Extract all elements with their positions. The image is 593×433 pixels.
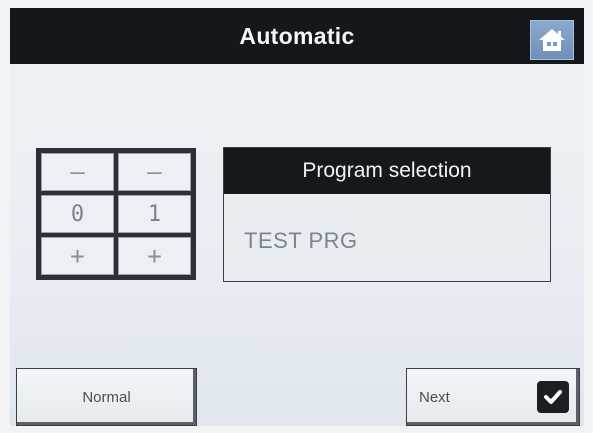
page-title: Automatic <box>239 23 355 49</box>
ones-increment-button[interactable]: + <box>118 237 191 275</box>
home-button[interactable] <box>530 20 574 60</box>
hmi-screen: Automatic — — 0 1 + + Program selection … <box>10 8 584 426</box>
program-selection-panel[interactable]: Program selection TEST PRG <box>223 147 551 282</box>
title-bar: Automatic <box>10 8 584 64</box>
checkmark-icon <box>537 381 569 413</box>
tens-decrement-button[interactable]: — <box>41 153 114 191</box>
tens-increment-button[interactable]: + <box>41 237 114 275</box>
normal-button-label: Normal <box>82 388 131 406</box>
ones-digit: 1 <box>118 195 191 233</box>
program-name: TEST PRG <box>244 228 358 253</box>
tens-digit: 0 <box>41 195 114 233</box>
program-number-stepper: — — 0 1 + + <box>36 148 196 280</box>
program-selection-header: Program selection <box>224 148 550 194</box>
next-button-label: Next <box>419 388 450 406</box>
ones-decrement-button[interactable]: — <box>118 153 191 191</box>
home-icon <box>539 29 565 51</box>
normal-button[interactable]: Normal <box>16 368 197 426</box>
next-button[interactable]: Next <box>406 368 580 426</box>
